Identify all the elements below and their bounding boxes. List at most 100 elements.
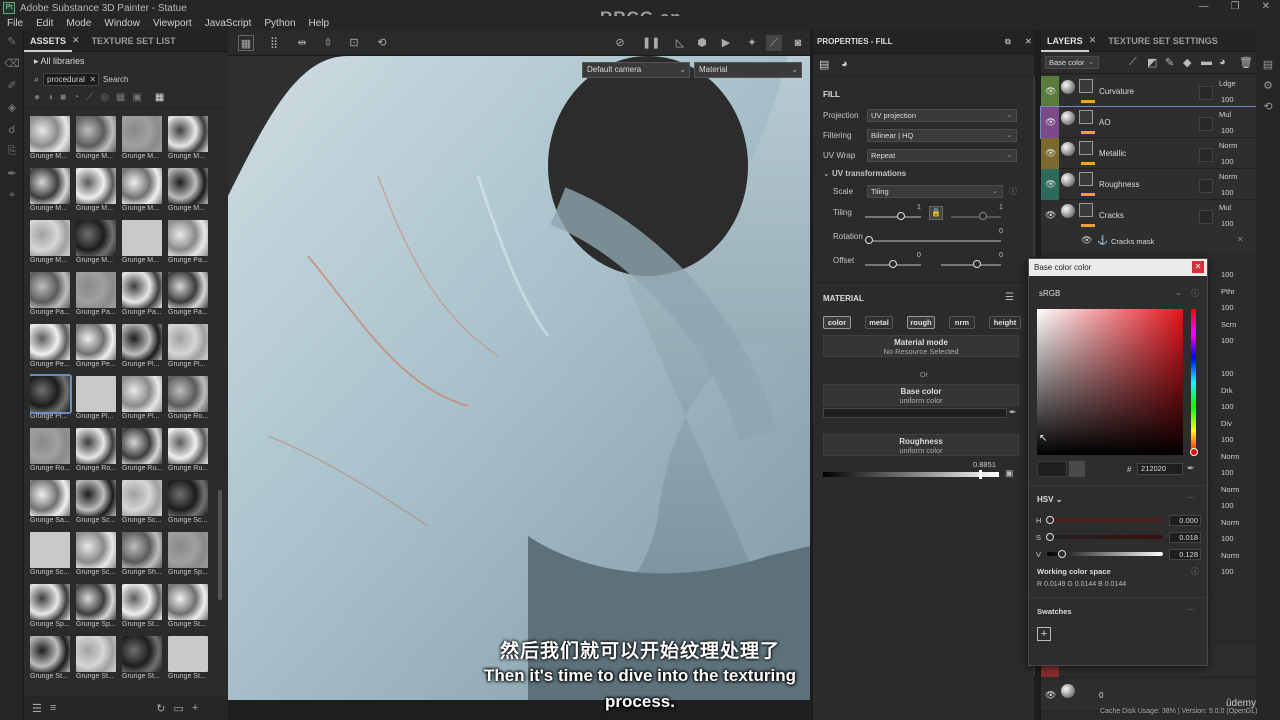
tab-texture-set-settings[interactable]: TEXTURE SET SETTINGS bbox=[1102, 30, 1224, 52]
layer-opacity[interactable]: 100 bbox=[1221, 95, 1234, 104]
asset-thumbnail[interactable]: Grunge Sh... bbox=[122, 532, 162, 584]
menu-file[interactable]: File bbox=[7, 18, 23, 29]
camera-select[interactable]: Default camera ⌄ bbox=[582, 62, 690, 78]
add-paint-layer-icon[interactable]: ✎ bbox=[1165, 56, 1174, 69]
asset-thumbnail[interactable]: Grunge M... bbox=[30, 116, 70, 168]
menu-help[interactable]: Help bbox=[309, 18, 330, 29]
all-libraries[interactable]: ▸ All libraries bbox=[24, 52, 228, 70]
eye-icon[interactable]: 👁 bbox=[1081, 235, 1092, 246]
filter-images-icon[interactable]: ▣ bbox=[132, 92, 141, 103]
tiling-y-slider-track[interactable] bbox=[951, 216, 1001, 218]
colorspace-select[interactable]: sRGB bbox=[1039, 289, 1060, 298]
h-slider[interactable] bbox=[1047, 518, 1163, 522]
asset-thumbnail[interactable]: Grunge M... bbox=[122, 116, 162, 168]
asset-thumbnail[interactable]: Grunge M... bbox=[76, 168, 116, 220]
asset-thumbnail[interactable]: Grunge Ro... bbox=[76, 428, 116, 480]
close-tab-icon[interactable]: ✕ bbox=[1089, 35, 1097, 46]
layer-row[interactable]: 👁 Cracks Mul 100 bbox=[1041, 200, 1257, 231]
layer-blend-toggle[interactable] bbox=[1199, 86, 1213, 100]
transform-icon[interactable]: ⊡ bbox=[346, 35, 362, 51]
layer-blend-mode[interactable]: Div bbox=[1221, 419, 1232, 428]
remove-mask-icon[interactable]: ✕ bbox=[1237, 235, 1244, 244]
h-input[interactable]: 0.000 bbox=[1169, 515, 1201, 526]
grid-view-icon[interactable]: ▦ bbox=[155, 92, 164, 103]
filter-environments-icon[interactable]: ▦ bbox=[116, 92, 125, 103]
layer-row[interactable]: 👁 Curvature Ldge 100 bbox=[1041, 76, 1257, 107]
asset-thumbnail[interactable]: Grunge Sc... bbox=[168, 480, 208, 532]
tiling-slider-track[interactable] bbox=[865, 216, 921, 218]
layer-mask-thumbnail[interactable] bbox=[1079, 79, 1093, 93]
asset-thumbnail[interactable]: Grunge Sc... bbox=[76, 480, 116, 532]
eyedropper-icon[interactable]: ✒ bbox=[1187, 463, 1195, 474]
layer-opacity[interactable]: 100 bbox=[1221, 219, 1234, 228]
asset-thumbnail[interactable]: Grunge Ro... bbox=[168, 376, 208, 428]
layer-blend-mode[interactable]: Mul bbox=[1219, 110, 1231, 119]
asset-thumbnail[interactable]: Grunge M... bbox=[122, 220, 162, 272]
viewport-3d[interactable]: Default camera ⌄ Material ⌄ bbox=[228, 56, 810, 700]
s-input[interactable]: 0.018 bbox=[1169, 532, 1201, 543]
offset-x-slider-handle[interactable] bbox=[889, 260, 897, 268]
layer-opacity[interactable]: 100 bbox=[1221, 336, 1234, 345]
layer-opacity[interactable]: 100 bbox=[1221, 567, 1234, 576]
menu-javascript[interactable]: JavaScript bbox=[205, 18, 252, 29]
add-folder-icon[interactable]: ▬ bbox=[1201, 56, 1212, 68]
close-picker-button[interactable]: ✕ bbox=[1192, 261, 1204, 273]
layer-row[interactable]: 👁 Roughness Norm 100 bbox=[1041, 169, 1257, 200]
layer-blend-mode[interactable]: Norm bbox=[1221, 518, 1239, 527]
hue-slider[interactable] bbox=[1191, 309, 1196, 455]
smudge-icon[interactable]: ☌ bbox=[0, 118, 24, 140]
asset-thumbnail[interactable]: Grunge Pa... bbox=[168, 272, 208, 324]
symmetry-icon[interactable]: ⇹ bbox=[294, 35, 310, 51]
channel-height-button[interactable]: height bbox=[989, 316, 1021, 329]
camera-view-icon[interactable]: ◺ bbox=[672, 35, 688, 51]
uv-transformations-header[interactable]: ⌄ UV transformations bbox=[823, 167, 1033, 182]
projection-select[interactable]: UV projection ⌄ bbox=[867, 109, 1017, 122]
material-properties-icon[interactable]: ◕ bbox=[841, 58, 848, 70]
delete-layer-icon[interactable]: 🗑 bbox=[1239, 56, 1253, 69]
basecolor-block[interactable]: Base color uniform color bbox=[823, 384, 1019, 406]
layer-opacity[interactable]: 100 bbox=[1221, 126, 1234, 135]
asset-thumbnail[interactable]: Grunge Sp... bbox=[30, 584, 70, 636]
asset-thumbnail[interactable]: Grunge St... bbox=[122, 584, 162, 636]
close-window-button[interactable]: ✕ bbox=[1262, 1, 1270, 12]
asset-thumbnail[interactable]: Grunge Pl... bbox=[30, 374, 72, 428]
layer-blend-toggle[interactable] bbox=[1199, 210, 1213, 224]
menu-window[interactable]: Window bbox=[104, 18, 140, 29]
layer-blend-toggle[interactable] bbox=[1199, 117, 1213, 131]
asset-thumbnail[interactable]: Grunge Ro... bbox=[30, 428, 70, 480]
asset-thumbnail[interactable]: Grunge Ru... bbox=[122, 428, 162, 480]
viewport-mode-select[interactable]: Material ⌄ bbox=[694, 62, 802, 78]
geometry-icon[interactable]: ⬢ bbox=[694, 35, 710, 51]
smart-material-icon[interactable]: ◕ bbox=[1219, 56, 1226, 68]
asset-thumbnail[interactable]: Grunge Pl... bbox=[76, 376, 116, 428]
picker-icon[interactable]: ✒ bbox=[0, 162, 24, 184]
offset-y-slider-handle[interactable] bbox=[973, 260, 981, 268]
rotation-slider-handle[interactable] bbox=[865, 236, 873, 244]
layer-mask-thumbnail[interactable] bbox=[1079, 203, 1093, 217]
geometry-fill-icon[interactable]: ◈ bbox=[0, 96, 24, 118]
layer-opacity[interactable]: 100 bbox=[1221, 468, 1234, 477]
saturation-value-field[interactable] bbox=[1037, 309, 1183, 455]
asset-thumbnail[interactable]: Grunge M... bbox=[168, 116, 208, 168]
asset-thumbnail[interactable]: Grunge M... bbox=[30, 168, 70, 220]
asset-thumbnail[interactable]: Grunge Sc... bbox=[122, 480, 162, 532]
layer-blend-mode[interactable]: Mul bbox=[1219, 203, 1231, 212]
close-panel-icon[interactable]: ✕ bbox=[1025, 37, 1032, 46]
rotation-slider-track[interactable] bbox=[865, 240, 1001, 242]
eye-icon[interactable]: 👁 bbox=[1045, 210, 1056, 221]
info-icon[interactable]: ⓘ bbox=[1191, 288, 1199, 299]
asset-thumbnail[interactable]: Grunge Pl... bbox=[122, 324, 162, 376]
layer-blend-mode[interactable]: Pthr bbox=[1221, 287, 1235, 296]
close-tab-icon[interactable]: ✕ bbox=[72, 35, 80, 46]
roughness-block[interactable]: Roughness uniform color bbox=[823, 434, 1019, 456]
menu-mode[interactable]: Mode bbox=[66, 18, 91, 29]
history-icon[interactable]: ⟲ bbox=[374, 35, 390, 51]
asset-thumbnail[interactable]: Grunge Pa... bbox=[30, 272, 70, 324]
grid-mode-icon[interactable]: ▦ bbox=[238, 35, 254, 51]
tab-texture-set-list[interactable]: TEXTURE SET LIST bbox=[86, 30, 182, 52]
layer-opacity[interactable]: 100 bbox=[1221, 534, 1234, 543]
multi-view-icon[interactable]: ⣿ bbox=[266, 35, 282, 51]
s-slider-handle[interactable] bbox=[1046, 533, 1054, 541]
search-input[interactable]: procedural ✕ bbox=[43, 72, 100, 86]
layer-opacity[interactable]: 100 bbox=[1221, 501, 1234, 510]
